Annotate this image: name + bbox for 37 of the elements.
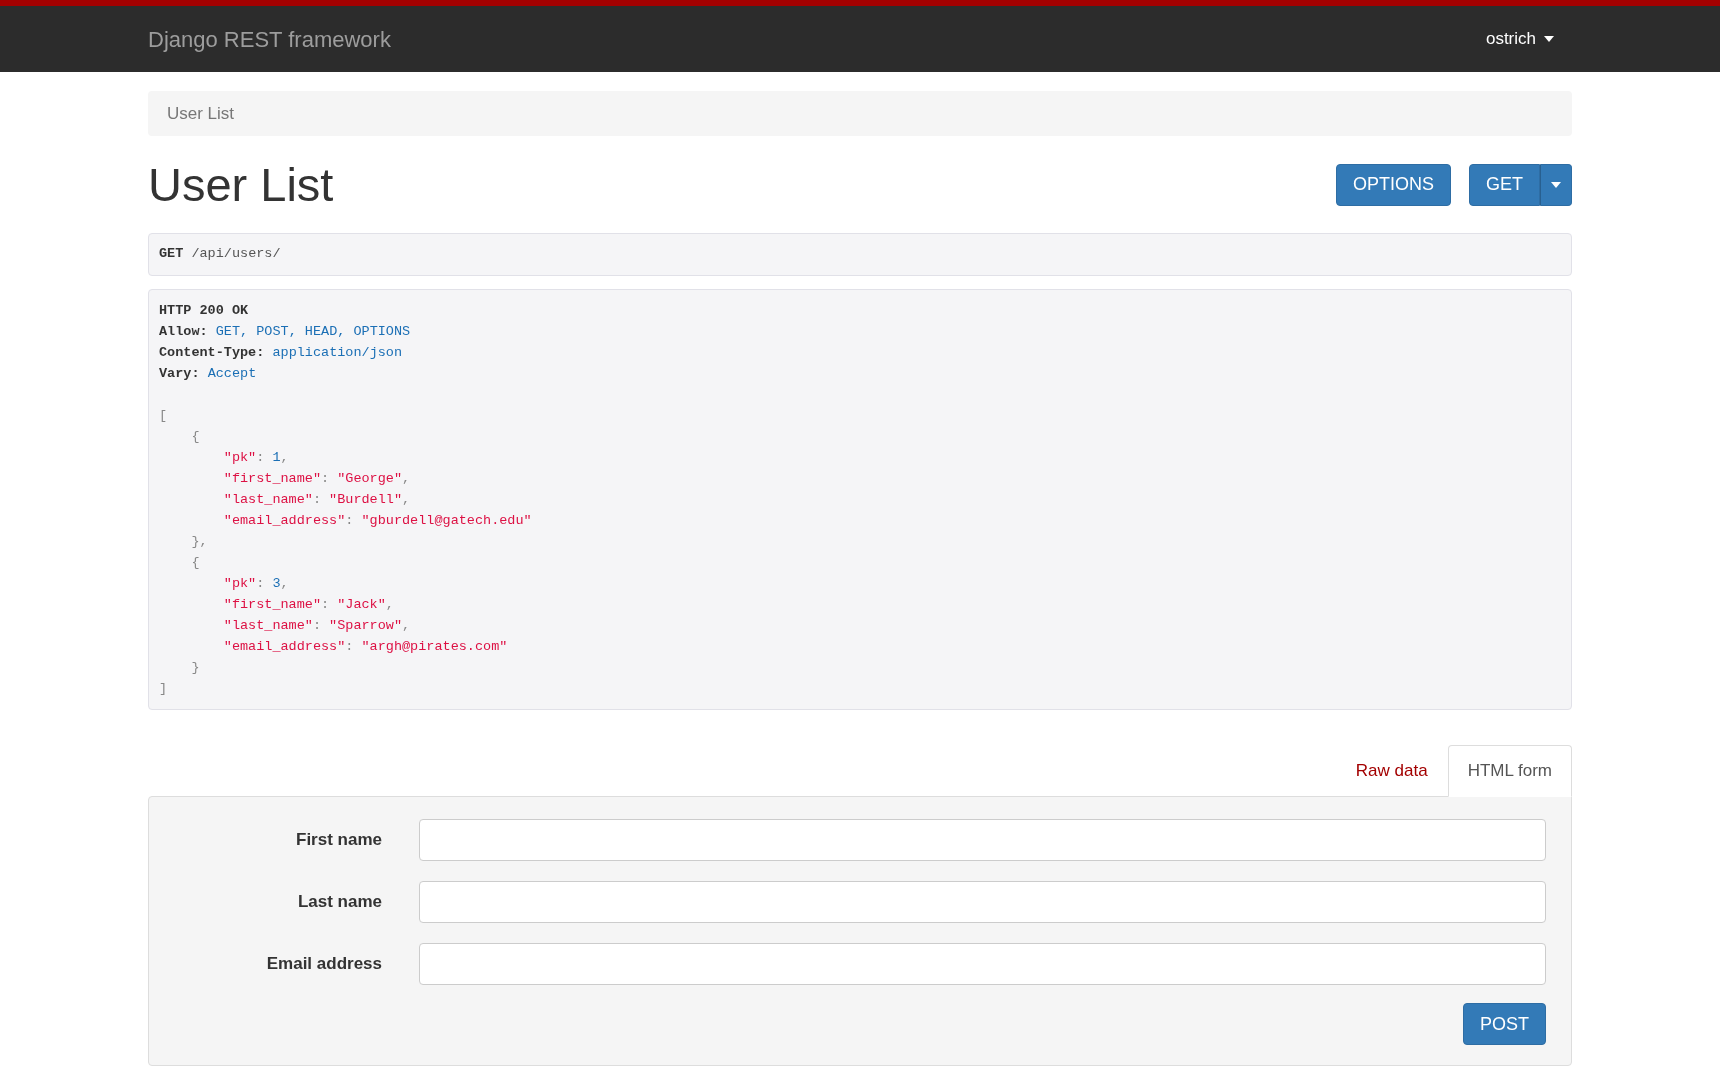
options-button[interactable]: OPTIONS (1335, 163, 1451, 206)
request-line: GET /api/users/ (159, 245, 281, 264)
get-button[interactable]: GET (1469, 163, 1540, 206)
code-line: "last_name": "Burdell", (223, 491, 411, 509)
input-field[interactable] (419, 881, 1546, 923)
code-line: "pk": 3, (223, 575, 289, 593)
form-tab[interactable]: HTML form (1447, 745, 1572, 797)
status-line: HTTP 200 OK (159, 302, 249, 320)
caret-icon (1551, 181, 1561, 188)
header-line: Vary: Accept (159, 365, 257, 383)
code-line: [ (159, 407, 168, 425)
code-line: "first_name": "George", (223, 470, 411, 488)
code-line: "pk": 1, (223, 449, 289, 467)
form-tab[interactable]: Raw data (1335, 745, 1448, 797)
field-label: Last name (296, 891, 382, 914)
code-line: { (191, 554, 200, 572)
header-line: Content-Type: application/json (159, 344, 403, 362)
header-line: Allow: GET, POST, HEAD, OPTIONS (159, 323, 411, 341)
field-label: First name (295, 829, 382, 852)
format-dropdown-button[interactable] (1540, 163, 1572, 206)
input-field[interactable] (419, 819, 1546, 861)
input-field[interactable] (419, 943, 1546, 985)
code-line: } (191, 659, 200, 677)
page-title: User List (148, 161, 334, 208)
code-line: "email_address": "argh@pirates.com" (223, 638, 508, 656)
code-line: }, (191, 533, 208, 551)
brand-link[interactable]: Django REST framework (148, 22, 391, 56)
breadcrumb-link[interactable]: User List (167, 100, 235, 127)
field-label: Email address (265, 953, 382, 976)
code-line: { (191, 428, 200, 446)
post-button[interactable]: POST (1463, 1003, 1546, 1045)
code-line: "email_address": "gburdell@gatech.edu" (223, 512, 532, 530)
code-line: "last_name": "Sparrow", (223, 617, 411, 635)
code-line: ] (159, 680, 168, 698)
code-line: "first_name": "Jack", (223, 596, 394, 614)
user-menu[interactable]: ostrich (1485, 26, 1572, 52)
caret-icon (1544, 36, 1554, 42)
